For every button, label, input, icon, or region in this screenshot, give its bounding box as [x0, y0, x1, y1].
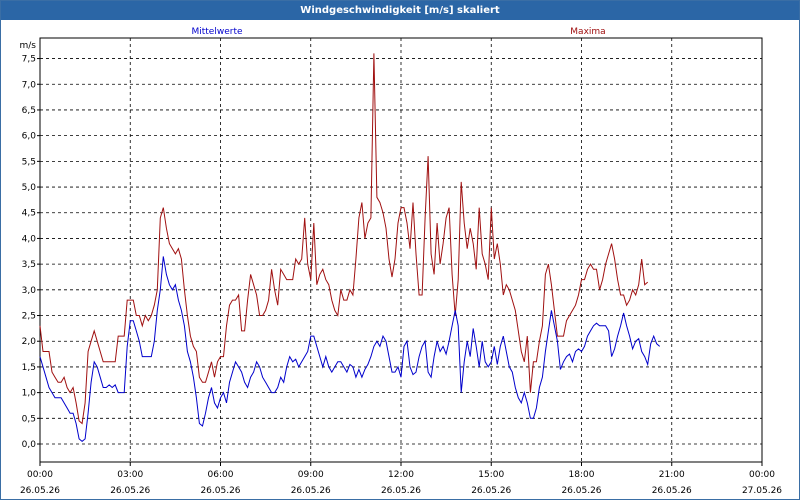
x-tick-date: 26.05.26 [200, 486, 240, 496]
y-tick-label: 4,0 [22, 234, 37, 244]
x-tick-date: 26.05.26 [381, 486, 421, 496]
x-tick-time: 06:00 [208, 470, 234, 480]
y-axis: 0,0 0,5 1,0 1,5 2,0 2,5 3,0 3,5 4,0 4,5 5,0 5,5 6,0 6… [22, 55, 40, 450]
x-tick-time: 18:00 [569, 470, 595, 480]
y-tick-label: 4,5 [22, 209, 36, 219]
x-tick-time: 15:00 [478, 470, 504, 480]
legend-maxima: Maxima [570, 27, 605, 37]
x-tick-time: 12:00 [388, 470, 414, 480]
y-tick-label: 0,0 [22, 440, 37, 450]
x-tick-time: 21:00 [659, 470, 685, 480]
y-tick-label: 7,0 [22, 80, 37, 90]
y-tick-label: 0,5 [22, 414, 36, 424]
x-tick-date: 26.05.26 [471, 486, 511, 496]
x-tick-date: 26.05.26 [652, 486, 692, 496]
y-tick-label: 5,0 [22, 183, 37, 193]
y-tick-label: 3,0 [22, 286, 37, 296]
x-tick-date: 26.05.26 [291, 486, 331, 496]
x-tick-time: 00:00 [749, 470, 775, 480]
series [39, 53, 661, 443]
y-tick-label: 6,5 [22, 106, 36, 116]
y-tick-label: 7,5 [22, 55, 36, 65]
x-tick-date: 26.05.26 [110, 486, 150, 496]
y-tick-label: 1,5 [22, 363, 36, 373]
series-line-mittelwerte [39, 256, 661, 443]
x-tick-time: 00:00 [27, 470, 53, 480]
legend-mittelwerte: Mittelwerte [191, 27, 242, 37]
y-tick-label: 2,0 [22, 337, 37, 347]
x-tick-date: 27.05.26 [742, 486, 782, 496]
y-tick-label: 1,0 [22, 389, 37, 399]
x-axis: 00:00 26.05.26 03:00 26.05.26 06:00 26.05.26 0… [20, 462, 782, 496]
y-tick-label: 2,5 [22, 312, 36, 322]
x-tick-time: 09:00 [298, 470, 324, 480]
x-tick-time: 03:00 [117, 470, 143, 480]
x-tick-date: 26.05.26 [561, 486, 601, 496]
x-tick-date: 26.05.26 [20, 486, 60, 496]
wind-speed-chart: 0,0 0,5 1,0 1,5 2,0 2,5 3,0 3,5 4,0 4,5 5,0 5,5 6,0 6… [20, 27, 783, 496]
y-tick-label: 5,5 [22, 157, 36, 167]
y-axis-unit: m/s [20, 41, 37, 51]
grid [40, 38, 762, 462]
y-tick-label: 3,5 [22, 260, 36, 270]
y-tick-label: 6,0 [22, 132, 37, 142]
